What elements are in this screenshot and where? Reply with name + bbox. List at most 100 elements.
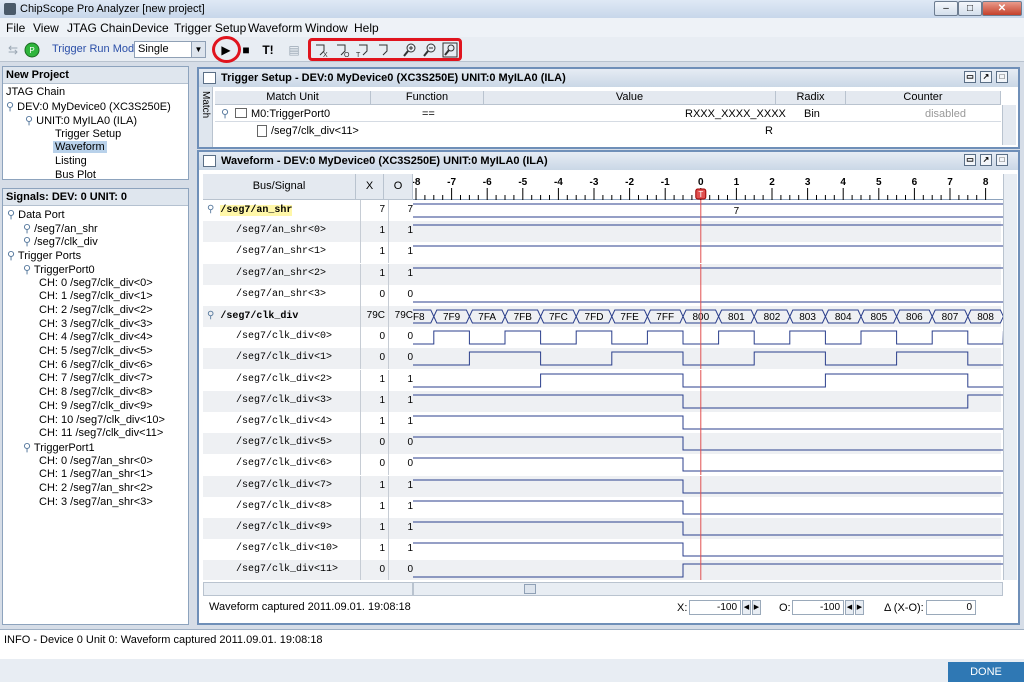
waveform-trace[interactable]: 7F87F97FA7FB7FC7FD7FE7FF8008018028038048… bbox=[413, 306, 1003, 327]
signal-tree-item[interactable]: CH: 2 /seg7/clk_div<2> bbox=[39, 304, 153, 316]
signal-row[interactable]: /seg7/clk_div<3> 1 1 bbox=[203, 390, 1003, 412]
waveform-trace[interactable] bbox=[413, 327, 1003, 349]
time-ruler[interactable]: -8 -7 -6 -5 -4 -3 -2 -1 0 1 2 3 4 5 6 7 8 T bbox=[412, 174, 1003, 200]
signal-tree-item[interactable]: CH: 10 /seg7/clk_div<10> bbox=[39, 414, 165, 426]
signal-tree-item[interactable]: CH: 8 /seg7/clk_div<8> bbox=[39, 386, 153, 398]
menu-jtag-chain[interactable]: JTAG Chain bbox=[67, 21, 131, 35]
signal-tree-item[interactable]: CH: 3 /seg7/an_shr<3> bbox=[39, 496, 153, 508]
tree-item-trigger-setup[interactable]: Trigger Setup bbox=[55, 128, 121, 140]
signal-tree-item[interactable]: ⚲ TriggerPort0 bbox=[23, 263, 95, 276]
col-bus-signal[interactable]: Bus/Signal bbox=[203, 174, 356, 200]
signal-row[interactable]: /seg7/an_shr<2> 1 1 bbox=[203, 263, 1003, 285]
float-icon[interactable]: ↗ bbox=[980, 154, 992, 166]
waveform-trace[interactable]: 7 bbox=[413, 200, 1003, 221]
maximize-button[interactable]: □ bbox=[958, 1, 982, 16]
bus-row[interactable]: ⚲ /seg7/clk_div79C79C7F87F97FA7FB7FC7FD7… bbox=[203, 306, 1003, 327]
waveform-trace[interactable] bbox=[413, 221, 1003, 243]
col-counter[interactable]: Counter bbox=[846, 91, 1001, 105]
signal-tree-item[interactable]: ⚲ Trigger Ports bbox=[7, 249, 81, 262]
function-value[interactable]: == bbox=[422, 108, 435, 120]
col-value[interactable]: Value bbox=[484, 91, 776, 105]
signal-row[interactable]: /seg7/clk_div<2> 1 1 bbox=[203, 369, 1003, 391]
signal-name[interactable]: /seg7/clk_div<6> bbox=[236, 458, 332, 469]
signal-name[interactable]: /seg7/clk_div<3> bbox=[236, 395, 332, 406]
signal-tree-item[interactable]: ⚲ /seg7/clk_div bbox=[23, 235, 98, 248]
signal-name[interactable]: /seg7/an_shr<1> bbox=[236, 246, 326, 257]
menu-window[interactable]: Window bbox=[305, 21, 348, 35]
waveform-trace[interactable] bbox=[413, 518, 1003, 539]
waveform-trace[interactable] bbox=[413, 454, 1003, 476]
float-icon[interactable]: ↗ bbox=[980, 71, 992, 83]
signal-name[interactable]: /seg7/clk_div<8> bbox=[236, 501, 332, 512]
cursor-o-field[interactable]: -100 bbox=[792, 600, 844, 615]
signal-row[interactable]: /seg7/clk_div<9> 1 1 bbox=[203, 518, 1003, 539]
signal-tree-item[interactable]: CH: 2 /seg7/an_shr<2> bbox=[39, 482, 153, 494]
signal-row[interactable]: /seg7/an_shr<1> 1 1 bbox=[203, 242, 1003, 264]
close-button[interactable]: ✕ bbox=[982, 1, 1022, 16]
col-match-unit[interactable]: Match Unit bbox=[215, 91, 371, 105]
waveform-trace[interactable] bbox=[413, 496, 1003, 518]
signal-row[interactable]: /seg7/clk_div<10> 1 1 bbox=[203, 539, 1003, 561]
menu-help[interactable]: Help bbox=[354, 21, 379, 35]
menu-waveform[interactable]: Waveform bbox=[248, 21, 302, 35]
tree-toggle-icon[interactable]: ⚲ bbox=[207, 205, 220, 216]
signal-tree-item[interactable]: CH: 7 /seg7/clk_div<7> bbox=[39, 372, 153, 384]
trigger-value[interactable]: RXXX_XXXX_XXXX bbox=[685, 108, 786, 120]
signal-name[interactable]: ⚲ /seg7/an_shr bbox=[207, 204, 293, 216]
signal-name[interactable]: /seg7/an_shr<0> bbox=[236, 225, 326, 236]
signal-tree-item[interactable]: CH: 5 /seg7/clk_div<5> bbox=[39, 345, 153, 357]
waveform-trace[interactable] bbox=[413, 390, 1003, 412]
signal-tree-item[interactable]: CH: 9 /seg7/clk_div<9> bbox=[39, 400, 153, 412]
signal-tree-item[interactable]: ⚲ /seg7/an_shr bbox=[23, 222, 98, 235]
signal-row[interactable]: /seg7/clk_div<7> 1 1 bbox=[203, 475, 1003, 497]
waveform-trace[interactable] bbox=[413, 412, 1003, 433]
waveform-trace[interactable] bbox=[413, 560, 1003, 580]
signal-name[interactable]: /seg7/clk_div<2> bbox=[236, 374, 332, 385]
radix-value[interactable]: Bin bbox=[804, 108, 820, 120]
tree-item-unit[interactable]: ⚲ UNIT:0 MyILA0 (ILA) bbox=[25, 114, 137, 127]
signal-row[interactable]: /seg7/clk_div<6> 0 0 bbox=[203, 454, 1003, 476]
signal-name[interactable]: /seg7/an_shr<2> bbox=[236, 268, 326, 279]
signal-tree-item[interactable]: CH: 1 /seg7/an_shr<1> bbox=[39, 468, 153, 480]
signal-tree-item[interactable]: CH: 11 /seg7/clk_div<11> bbox=[39, 427, 163, 439]
jtag-connect-icon[interactable]: ⇆ bbox=[5, 42, 21, 58]
maximize-icon[interactable]: □ bbox=[996, 71, 1008, 83]
run-mode-select[interactable]: Single ▼ bbox=[134, 41, 206, 58]
waveform-trace[interactable] bbox=[413, 284, 1003, 306]
document-icon[interactable]: ▤ bbox=[286, 42, 302, 58]
menu-trigger-setup[interactable]: Trigger Setup bbox=[174, 21, 246, 35]
tree-item-waveform[interactable]: Waveform bbox=[53, 141, 107, 153]
col-o[interactable]: O bbox=[384, 174, 413, 200]
signal-name[interactable]: /seg7/clk_div<0> bbox=[236, 331, 332, 342]
signal-name[interactable]: /seg7/clk_div<11> bbox=[236, 564, 338, 575]
signal-tree-item[interactable]: CH: 6 /seg7/clk_div<6> bbox=[39, 359, 153, 371]
signal-name[interactable]: /seg7/clk_div<7> bbox=[236, 480, 332, 491]
menu-file[interactable]: File bbox=[6, 21, 25, 35]
tree-item-jtag-chain[interactable]: JTAG Chain bbox=[6, 86, 65, 98]
signal-row[interactable]: /seg7/an_shr<0> 1 1 bbox=[203, 221, 1003, 243]
signal-tree-item[interactable]: ⚲ TriggerPort1 bbox=[23, 441, 95, 454]
waveform-trace[interactable] bbox=[413, 242, 1003, 264]
col-x[interactable]: X bbox=[356, 174, 384, 200]
signal-tree-item[interactable]: CH: 3 /seg7/clk_div<3> bbox=[39, 318, 153, 330]
scroll-thumb[interactable] bbox=[524, 584, 536, 594]
waveform-trace[interactable] bbox=[413, 433, 1003, 455]
minimize-icon[interactable]: ▭ bbox=[964, 154, 976, 166]
signal-name[interactable]: /seg7/clk_div<1> bbox=[236, 352, 332, 363]
vertical-scrollbar[interactable] bbox=[1003, 174, 1017, 580]
tree-item-device[interactable]: ⚲ DEV:0 MyDevice0 (XC3S250E) bbox=[6, 100, 171, 113]
minimize-button[interactable]: – bbox=[934, 1, 958, 16]
trigger-immediate-button[interactable]: T! bbox=[258, 42, 278, 58]
chevron-left-icon[interactable]: ◀ bbox=[845, 600, 854, 615]
signal-row[interactable]: /seg7/clk_div<4> 1 1 bbox=[203, 412, 1003, 433]
waveform-trace[interactable] bbox=[413, 263, 1003, 285]
chevron-left-icon[interactable]: ◀ bbox=[742, 600, 751, 615]
cursor-x-field[interactable]: -100 bbox=[689, 600, 741, 615]
tree-item-bus-plot[interactable]: Bus Plot bbox=[55, 169, 96, 181]
signal-name[interactable]: ⚲ /seg7/clk_div bbox=[207, 310, 298, 322]
minimize-icon[interactable]: ▭ bbox=[964, 71, 976, 83]
signal-row[interactable]: /seg7/clk_div<5> 0 0 bbox=[203, 433, 1003, 455]
bus-row[interactable]: ⚲ /seg7/an_shr 7 7 7 bbox=[203, 200, 1003, 221]
signal-tree-item[interactable]: CH: 0 /seg7/an_shr<0> bbox=[39, 455, 153, 467]
waveform-trace[interactable] bbox=[413, 369, 1003, 391]
